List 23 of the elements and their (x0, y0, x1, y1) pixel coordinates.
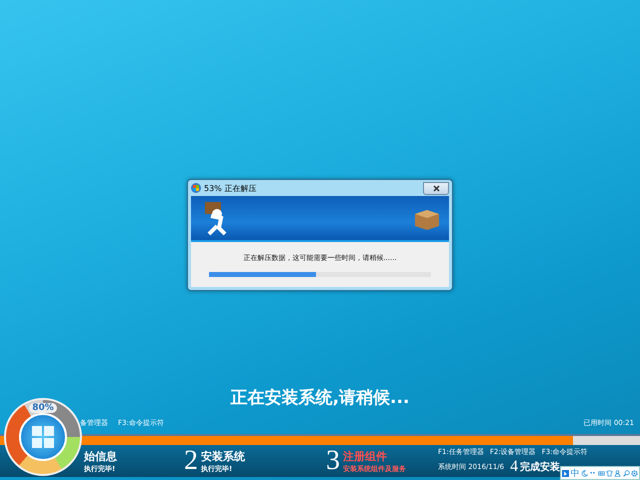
step-number: 3 (326, 445, 340, 477)
windows-logo-icon (191, 183, 201, 193)
close-button[interactable] (423, 182, 449, 194)
step-title: 始信息 (84, 448, 117, 464)
step-number: 4 (510, 458, 518, 476)
progress-percent: 80% (29, 403, 57, 413)
ime-logo-icon[interactable] (562, 470, 569, 476)
step-title: 完成安装 (520, 460, 560, 474)
shirt-icon[interactable] (606, 470, 613, 476)
settings-icon[interactable] (631, 470, 638, 476)
windows-logo-icon (19, 413, 67, 461)
ime-mode[interactable]: 中 (570, 466, 580, 480)
step-title: 安装系统 (201, 448, 245, 464)
install-headline: 正在安装系统,请稍候... (230, 387, 410, 408)
keyboard-icon[interactable] (598, 470, 604, 476)
step-title: 注册组件 (343, 448, 388, 464)
step-number: 2 (184, 445, 198, 477)
close-icon (432, 184, 440, 192)
punctuation-icon[interactable] (589, 470, 596, 476)
search-icon[interactable] (622, 470, 630, 476)
moon-icon[interactable] (580, 470, 588, 476)
user-icon[interactable] (614, 470, 622, 476)
dialog-title: 53% 正在解压 (204, 182, 256, 194)
